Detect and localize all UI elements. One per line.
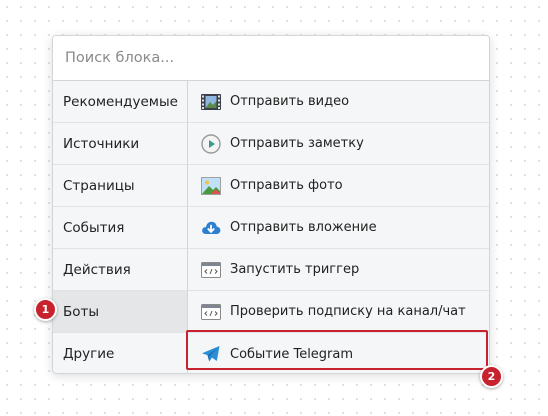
search-box (53, 36, 489, 81)
video-film-icon (201, 92, 221, 112)
block-picker-panel: Рекомендуемые Источники Страницы События… (52, 35, 490, 374)
photo-icon (201, 176, 221, 196)
block-label: Отправить фото (230, 178, 343, 193)
code-window-icon (201, 260, 221, 280)
block-list: Отправить видео Отправить заметку Отправ… (188, 81, 489, 373)
search-input[interactable] (53, 36, 489, 80)
block-telegram-event[interactable]: Событие Telegram (188, 333, 489, 373)
category-list: Рекомендуемые Источники Страницы События… (53, 81, 188, 373)
block-run-trigger[interactable]: Запустить триггер (188, 249, 489, 291)
block-send-video[interactable]: Отправить видео (188, 81, 489, 123)
cloud-download-icon (201, 218, 221, 238)
block-label: Отправить вложение (230, 220, 377, 235)
telegram-plane-icon (201, 344, 221, 364)
category-sources[interactable]: Источники (53, 123, 187, 165)
block-label: Отправить заметку (230, 136, 364, 151)
block-label: Отправить видео (230, 94, 350, 109)
block-send-note[interactable]: Отправить заметку (188, 123, 489, 165)
block-send-photo[interactable]: Отправить фото (188, 165, 489, 207)
block-label: Запустить триггер (230, 262, 360, 277)
category-bots[interactable]: Боты (53, 291, 187, 333)
step-badge-2: 2 (480, 365, 503, 388)
block-label: Событие Telegram (230, 346, 354, 362)
code-window-icon (201, 302, 221, 322)
block-label: Проверить подписку на канал/чат (230, 304, 466, 319)
play-circle-icon (201, 133, 221, 154)
category-recommended[interactable]: Рекомендуемые (53, 81, 187, 123)
category-pages[interactable]: Страницы (53, 165, 187, 207)
category-events[interactable]: События (53, 207, 187, 249)
block-send-attachment[interactable]: Отправить вложение (188, 207, 489, 249)
category-other[interactable]: Другие (53, 333, 187, 373)
block-check-subscription[interactable]: Проверить подписку на канал/чат (188, 291, 489, 333)
category-actions[interactable]: Действия (53, 249, 187, 291)
step-badge-1: 1 (34, 298, 57, 321)
